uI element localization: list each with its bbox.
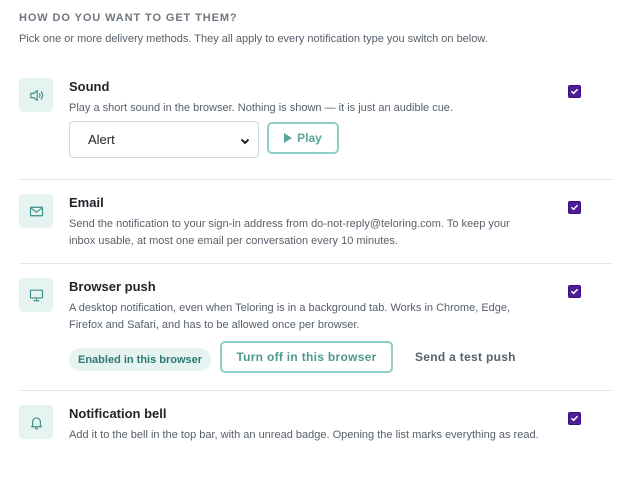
method-title: Email: [69, 195, 104, 210]
method-title: Sound: [69, 79, 110, 94]
bell-icon: [19, 405, 53, 439]
check-icon: [571, 204, 578, 211]
turn-off-push-button[interactable]: Turn off in this browser: [220, 341, 393, 373]
method-description: Add it to the bell in the top bar, with …: [69, 429, 539, 441]
method-description: A desktop notification, even when Telori…: [69, 302, 511, 331]
method-sound: Sound Play a short sound in the browser.…: [19, 78, 613, 180]
browser-push-checkbox[interactable]: [568, 285, 581, 298]
method-title: Browser push: [69, 279, 156, 294]
chevron-down-icon: [240, 134, 250, 145]
check-icon: [571, 88, 578, 95]
play-sound-button[interactable]: Play: [267, 122, 339, 154]
sound-select-value: Alert: [88, 132, 115, 147]
email-checkbox[interactable]: [568, 201, 581, 214]
section-heading: HOW DO YOU WANT TO GET THEM?: [19, 12, 238, 24]
sound-select[interactable]: Alert: [69, 121, 259, 158]
method-browser-push: Browser push A desktop notification, eve…: [19, 278, 613, 391]
sound-checkbox[interactable]: [568, 85, 581, 98]
section-subtitle: Pick one or more delivery methods. They …: [19, 33, 488, 45]
mail-icon: [19, 194, 53, 228]
method-description: Play a short sound in the browser. Nothi…: [69, 102, 453, 114]
method-email: Email Send the notification to your sign…: [19, 194, 613, 264]
play-icon: [284, 133, 293, 143]
send-test-push-button[interactable]: Send a test push: [405, 341, 526, 373]
method-title: Notification bell: [69, 406, 167, 421]
check-icon: [571, 288, 578, 295]
check-icon: [571, 415, 578, 422]
push-status-badge: Enabled in this browser: [69, 348, 212, 371]
notification-bell-checkbox[interactable]: [568, 412, 581, 425]
monitor-icon: [19, 278, 53, 312]
method-notification-bell: Notification bell Add it to the bell in …: [19, 405, 613, 465]
method-description: Send the notification to your sign-in ad…: [69, 218, 510, 247]
play-button-label: Play: [297, 131, 322, 145]
speaker-icon: [19, 78, 53, 112]
